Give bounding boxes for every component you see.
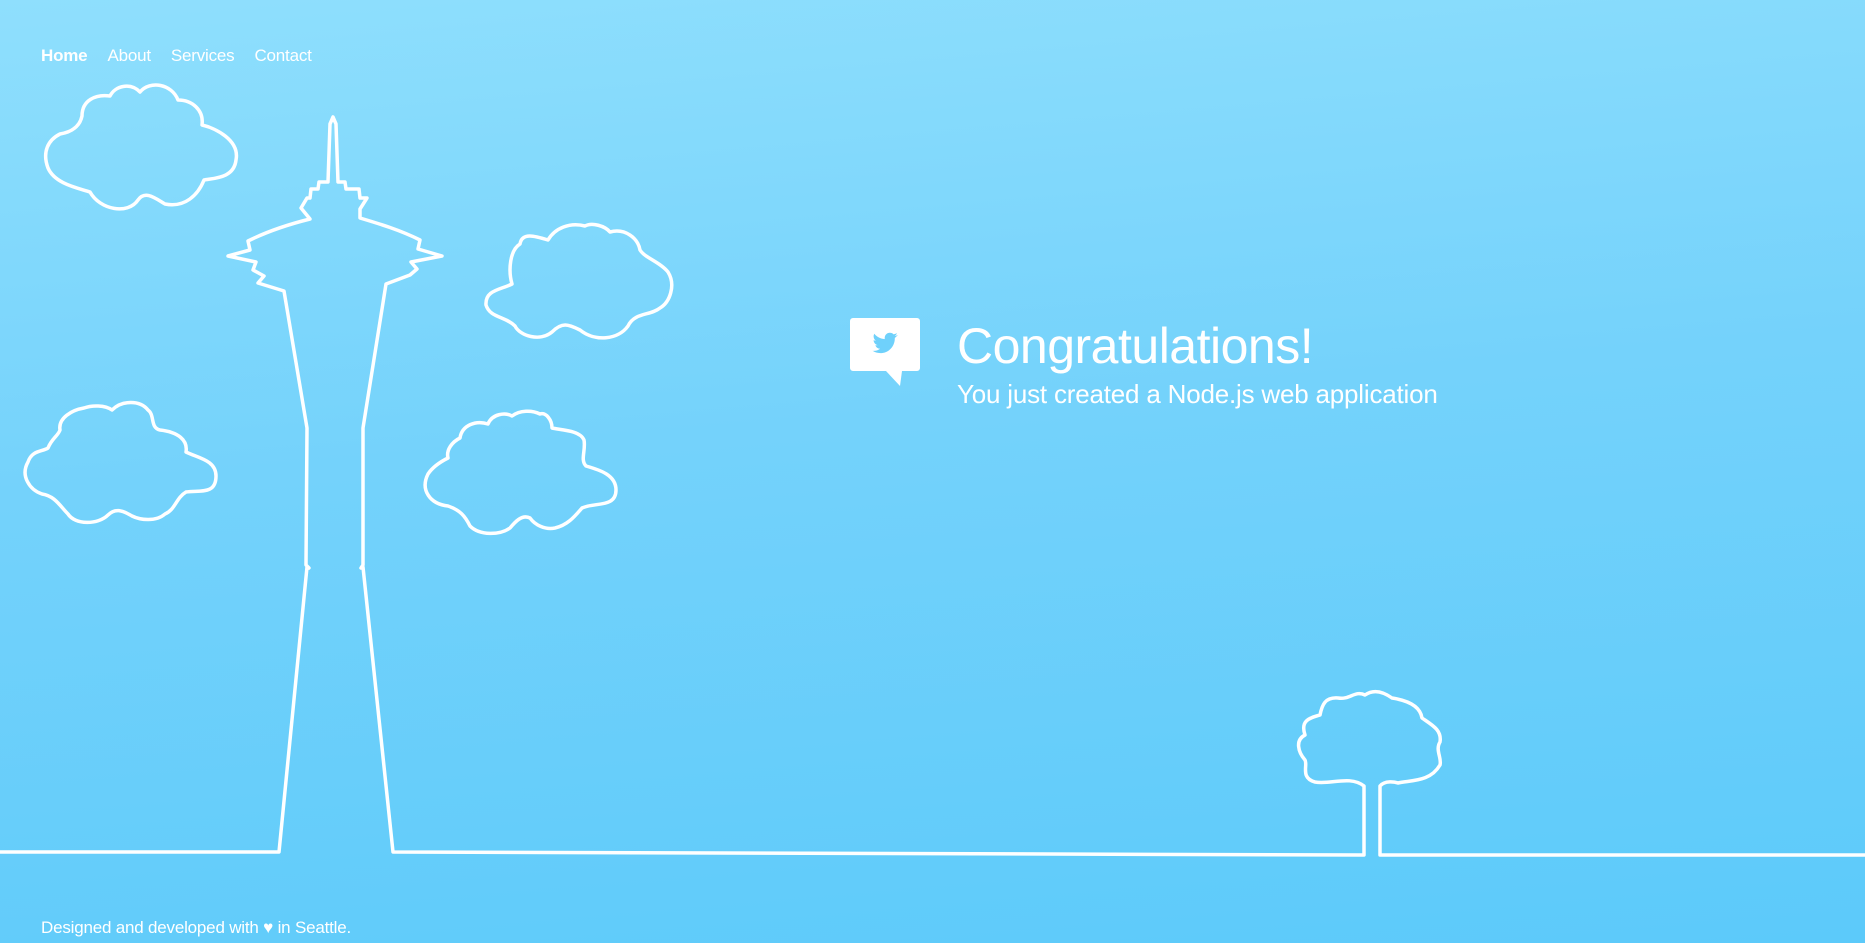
ground-line xyxy=(0,115,1865,857)
hero-title: Congratulations! xyxy=(957,318,1314,374)
cloud xyxy=(484,222,674,340)
seattle-skyline-illustration xyxy=(0,83,1865,857)
main-nav: Home About Services Contact xyxy=(41,46,312,66)
nav-services-link[interactable]: Services xyxy=(171,46,235,66)
hero-text: Congratulations! You just created a Node… xyxy=(957,316,1438,410)
nav-home-link[interactable]: Home xyxy=(41,46,88,66)
twitter-bird-speech-bubble-icon xyxy=(850,318,920,388)
hero-subtitle: You just created a Node.js web applicati… xyxy=(957,379,1438,409)
nav-about-link[interactable]: About xyxy=(107,46,151,66)
hero-section: Congratulations! You just created a Node… xyxy=(850,316,1438,410)
cloud xyxy=(423,409,618,536)
nav-contact-link[interactable]: Contact xyxy=(254,46,311,66)
cloud xyxy=(23,400,218,525)
cloud xyxy=(43,83,238,211)
footer-text: Designed and developed with ♥ in Seattle… xyxy=(41,918,351,937)
